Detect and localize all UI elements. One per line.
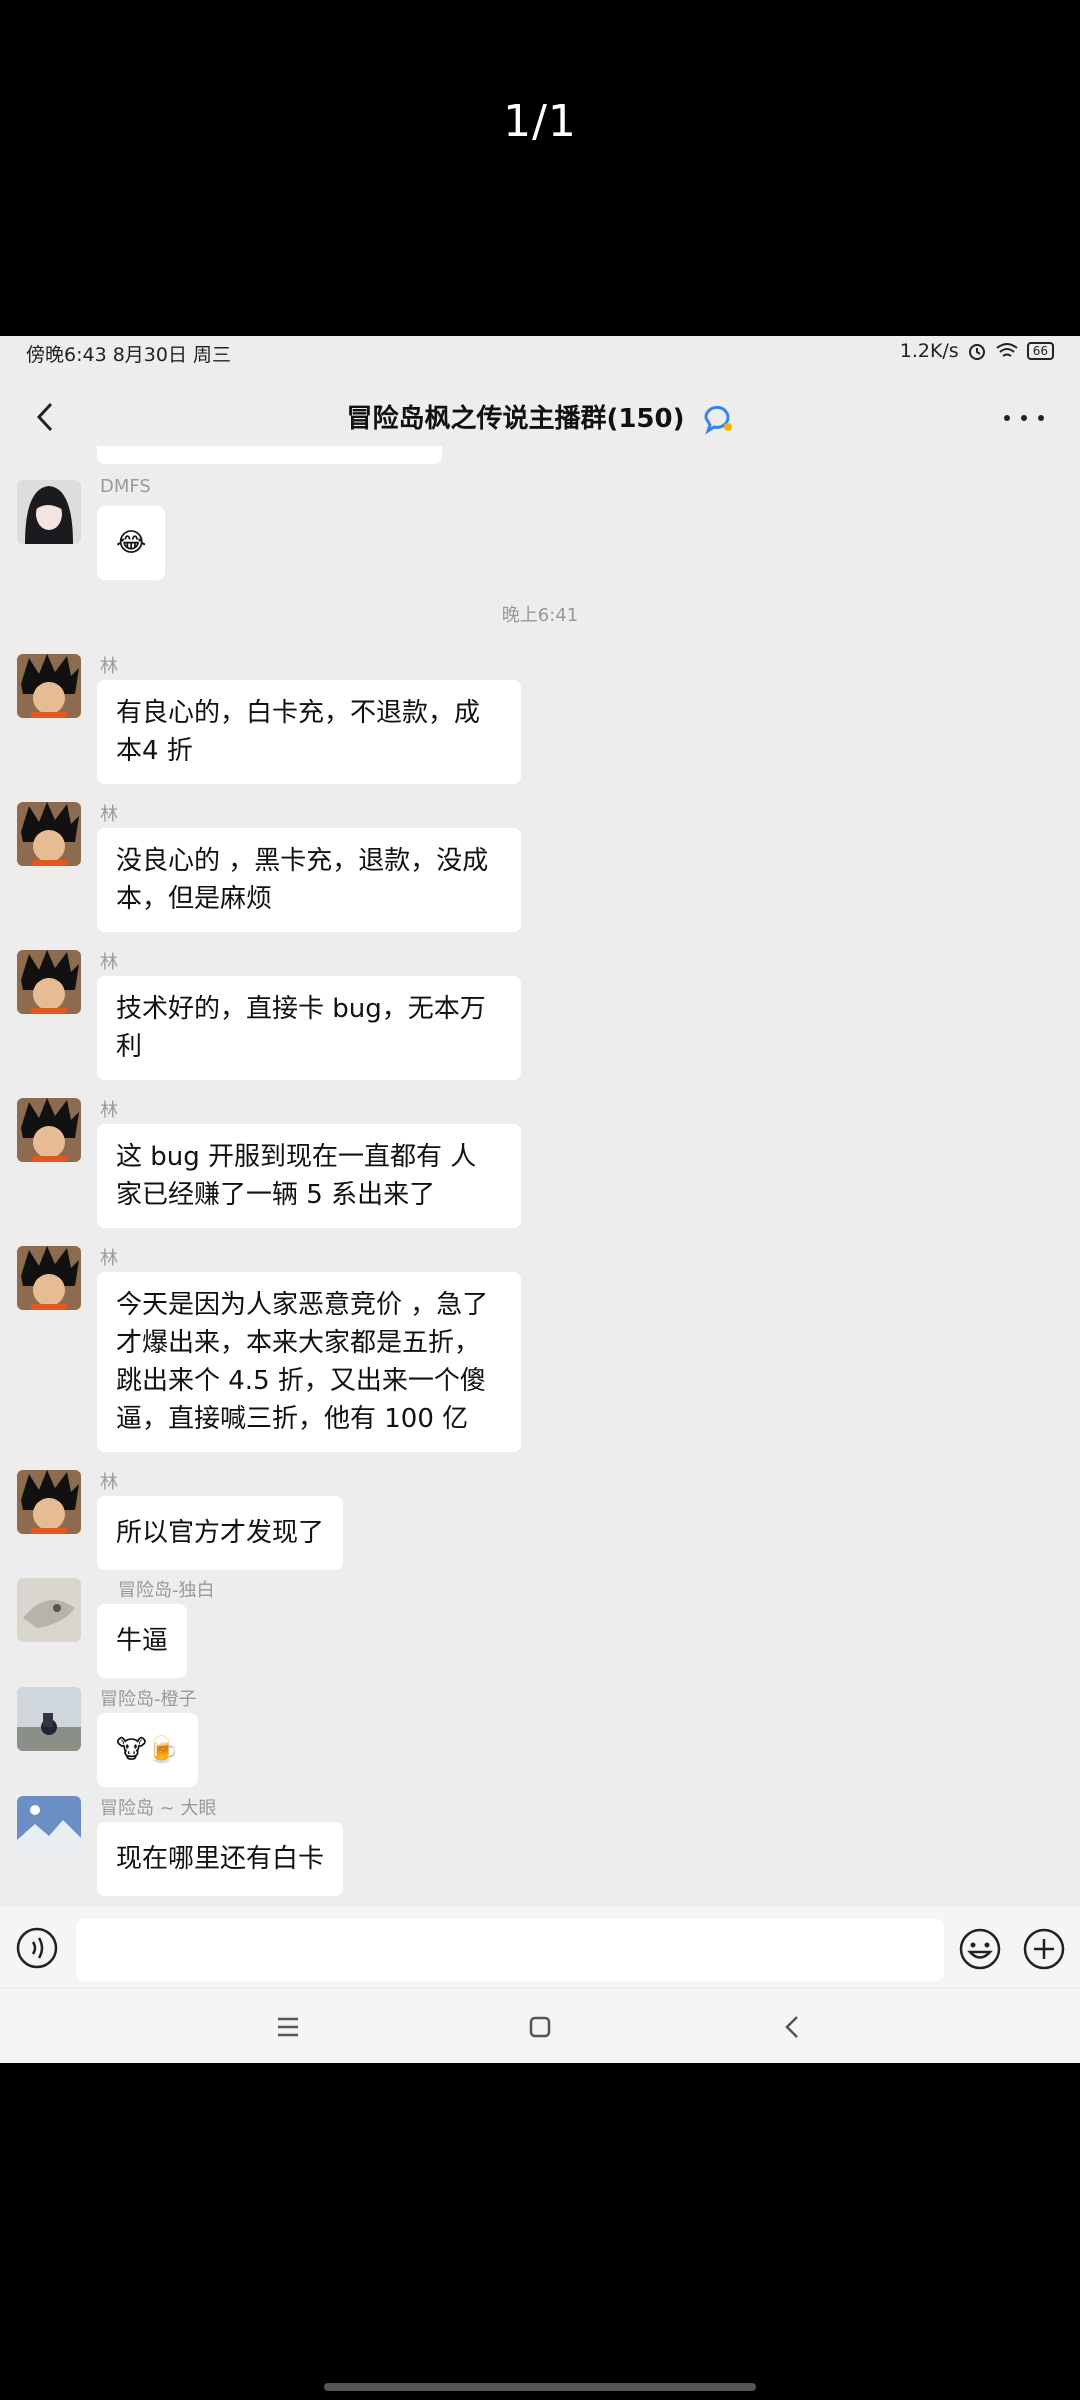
avatar[interactable] (17, 1796, 81, 1860)
status-bar: 傍晚6:43 8月30日 周三 1.2K/s 66 (0, 336, 1080, 372)
avatar[interactable] (17, 480, 81, 544)
system-back-button[interactable] (772, 2007, 812, 2047)
chat-title-row: 冒险岛枫之传说主播群(150) (0, 398, 1080, 435)
sender-name: 冒险岛-独白 (118, 1580, 215, 1601)
status-indicators: 1.2K/s 66 (900, 340, 1054, 362)
system-navigation-bar (0, 1989, 1080, 2063)
menu-icon (278, 2017, 298, 2037)
plus-icon (1023, 1928, 1065, 1970)
message-timestamp: 晚上6:41 (501, 605, 579, 626)
voice-icon (16, 1927, 58, 1969)
sender-name: 林 (100, 952, 118, 973)
sender-name: 冒险岛-橙子 (100, 1689, 197, 1710)
group-chat-bubble-icon (704, 405, 732, 435)
sender-name: 冒险岛 ~ 大眼 (100, 1798, 217, 1819)
chat-title: 冒险岛枫之传说主播群(150) (346, 404, 685, 434)
avatar[interactable] (17, 1687, 81, 1751)
sender-name: 林 (100, 804, 118, 825)
message-bubble[interactable]: 有良心的，白卡充，不退款，成本4 折 (97, 680, 521, 784)
message-bubble[interactable]: 今天是因为人家恶意竞价 ，急了才爆出来，本来大家都是五折，跳出来个 4.5 折，… (97, 1272, 521, 1452)
sender-name: DMFS (100, 476, 151, 497)
avatar[interactable] (17, 1246, 81, 1310)
message-bubble[interactable]: 所以官方才发现了 (97, 1496, 344, 1570)
page-counter: 1/1 (503, 96, 577, 147)
sender-name: 林 (100, 1248, 118, 1269)
avatar[interactable] (17, 950, 81, 1014)
message-bubble[interactable]: 没良心的 ，黑卡充，退款，没成本，但是麻烦 (97, 828, 521, 932)
message-bubble[interactable]: 牛逼 (97, 1604, 188, 1678)
more-dot (1021, 415, 1027, 421)
sender-name: 林 (100, 1472, 118, 1493)
back-icon (785, 2016, 798, 2038)
alarm-icon (968, 344, 985, 360)
more-dot (1038, 415, 1044, 421)
phone-screenshot: 傍晚6:43 8月30日 周三 1.2K/s 66 冒险岛枫之传说主播群(150… (0, 336, 1080, 2063)
chat-message-list[interactable]: DMFS 😂 晚上6:41 林 有良心的，白卡充，不退款，成本4 折 林 没良心… (0, 436, 1080, 2063)
avatar[interactable] (17, 1098, 81, 1162)
message-bubble[interactable]: 这 bug 开服到现在一直都有 人家已经赚了一辆 5 系出来了 (97, 1124, 521, 1228)
message-bubble[interactable]: 🐮🍺 (97, 1713, 199, 1787)
avatar[interactable] (17, 654, 81, 718)
battery-icon: 66 (1026, 342, 1054, 360)
message-input[interactable] (76, 1919, 944, 1981)
image-viewer-bottom (0, 2063, 1080, 2400)
avatar[interactable] (17, 802, 81, 866)
message-bubble[interactable]: 😂 (97, 506, 166, 580)
status-time-date: 傍晚6:43 8月30日 周三 (26, 344, 232, 366)
recent-apps-button[interactable] (268, 2007, 308, 2047)
more-actions-button[interactable] (1022, 1927, 1066, 1971)
home-indicator[interactable] (324, 2383, 756, 2391)
sender-name: 林 (100, 1100, 118, 1121)
avatar[interactable] (17, 1578, 81, 1642)
home-button[interactable] (520, 2007, 560, 2047)
voice-button[interactable] (16, 1927, 58, 1969)
message-input-bar (0, 1907, 1080, 1987)
message-bubble[interactable]: 现在哪里还有白卡 (97, 1822, 344, 1896)
emoji-button[interactable] (958, 1927, 1002, 1971)
emoji-icon (959, 1928, 1001, 1970)
more-dot (1004, 415, 1010, 421)
net-speed: 1.2K/s (899, 340, 959, 362)
partial-message-bubble (97, 446, 442, 464)
more-options-button[interactable] (1004, 406, 1044, 430)
sender-name: 林 (100, 656, 118, 677)
home-icon (529, 2016, 551, 2038)
image-viewer-top-bar: 1/1 (0, 0, 1080, 336)
avatar[interactable] (17, 1470, 81, 1534)
wifi-icon (996, 343, 1018, 357)
message-bubble[interactable]: 技术好的，直接卡 bug，无本万利 (97, 976, 521, 1080)
